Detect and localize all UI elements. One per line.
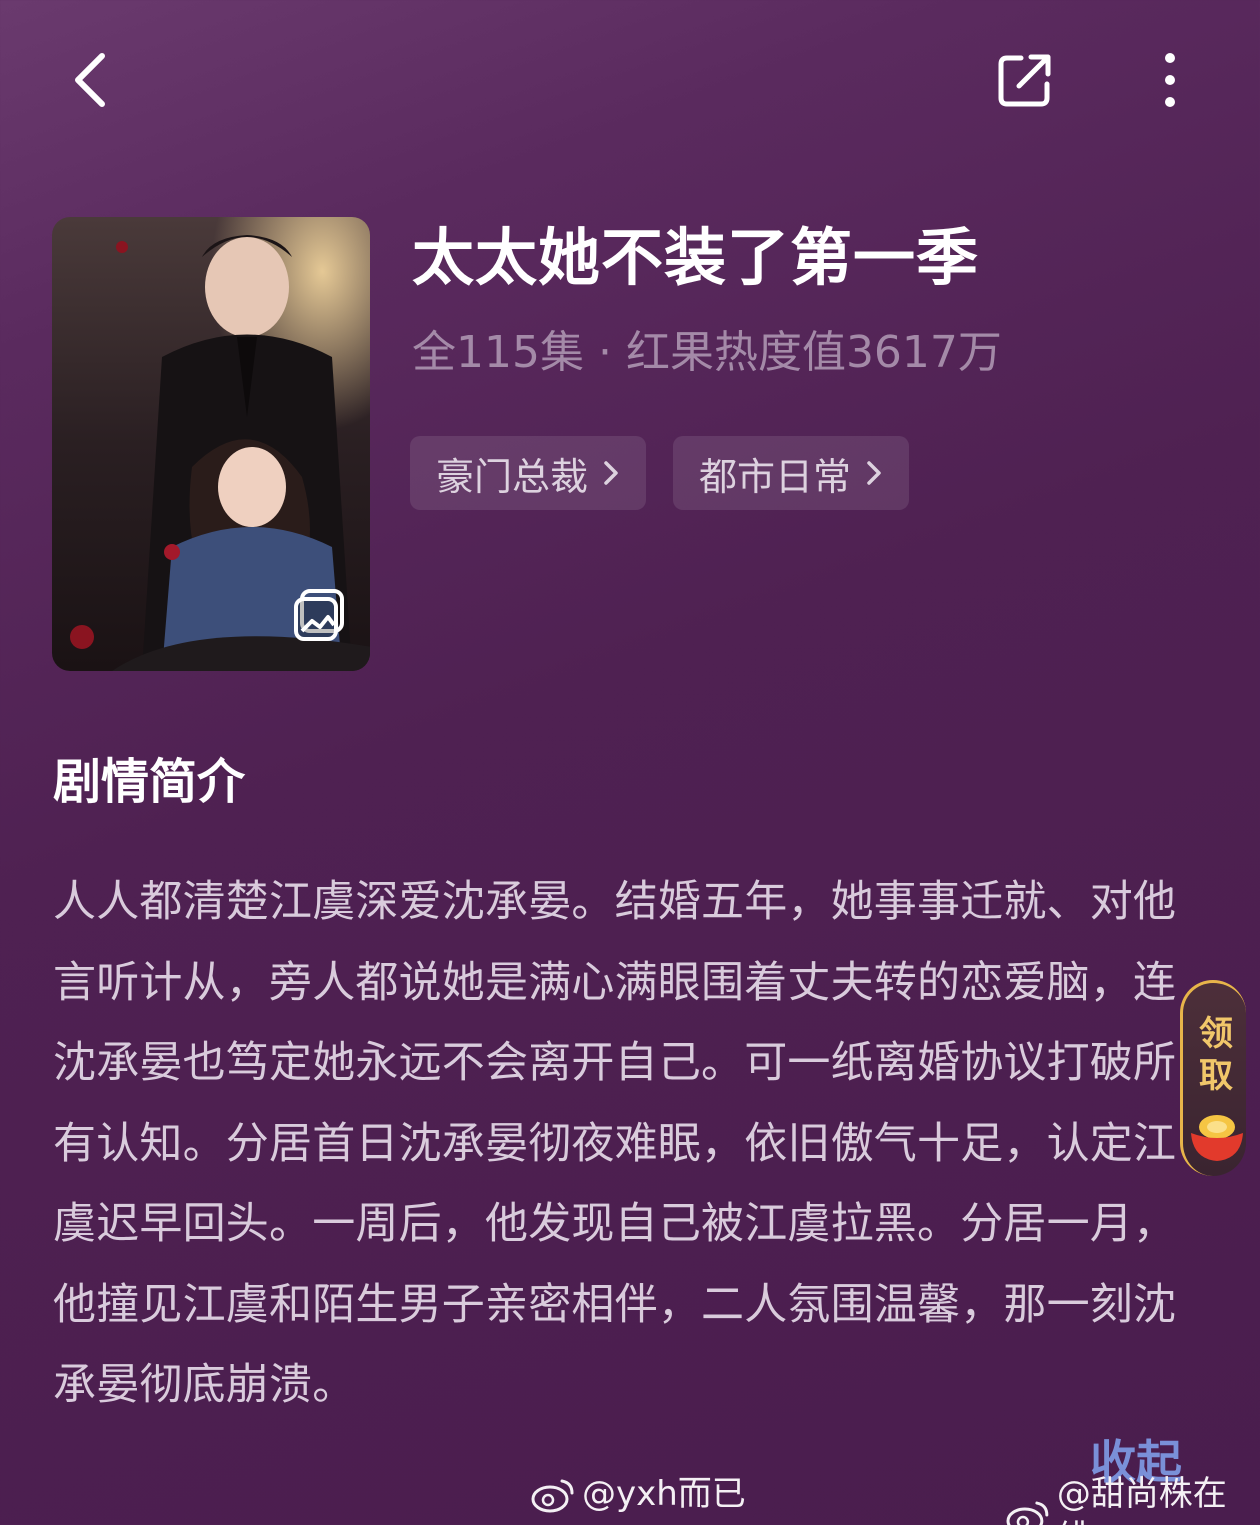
drama-title: 太太她不装了第一季 (412, 221, 980, 294)
chevron-left-icon (75, 53, 105, 107)
coin-bowl-icon (1191, 1115, 1243, 1161)
top-bar (0, 40, 1260, 130)
back-button[interactable] (50, 40, 130, 120)
gallery-icon (294, 589, 344, 641)
reward-widget[interactable]: 领取 (1180, 980, 1246, 1176)
reward-text: 领取 (1199, 1014, 1233, 1096)
watermark-text: @yxh而已 (582, 1474, 746, 1514)
synopsis-text: 人人都清楚江虞深爱沈承晏。结婚五年，她事事迁就、对他言听计从，旁人都说她是满心满… (53, 877, 1177, 1410)
tag-label: 都市日常 (699, 454, 852, 499)
watermark: @甜尚株在绯 (1005, 1472, 1260, 1525)
chevron-right-icon (867, 461, 881, 485)
tag-button[interactable]: 都市日常 (673, 436, 910, 510)
synopsis-heading: 剧情简介 (53, 754, 246, 810)
more-vertical-icon (1165, 53, 1175, 107)
more-button[interactable] (1130, 40, 1210, 120)
tag-label: 豪门总裁 (436, 454, 589, 499)
weibo-icon (1006, 1501, 1049, 1525)
tag-button[interactable]: 豪门总裁 (410, 436, 647, 510)
share-icon (998, 54, 1051, 107)
genre-tags: 豪门总裁 都市日常 (410, 436, 910, 510)
drama-cover[interactable] (52, 217, 370, 671)
share-button[interactable] (985, 40, 1065, 120)
watermark: @yxh而已 (530, 1472, 746, 1516)
episode-and-popularity: 全115集 · 红果热度值3617万 (412, 327, 1002, 378)
watermark-text: @甜尚株在绯 (1056, 1474, 1227, 1525)
chevron-right-icon (604, 461, 618, 485)
reward-label: 领取 (1183, 1013, 1249, 1097)
weibo-icon (531, 1479, 574, 1513)
